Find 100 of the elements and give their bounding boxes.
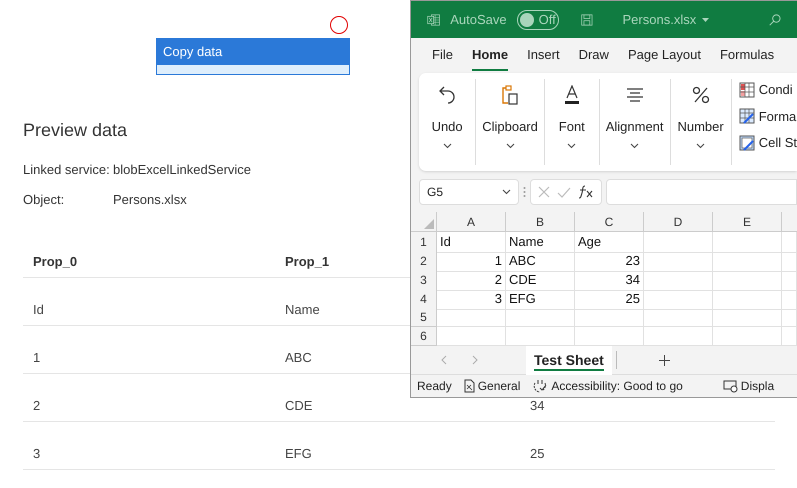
sheet-cell[interactable] — [782, 289, 797, 310]
sheet-cell[interactable] — [644, 327, 713, 346]
sheet-tab[interactable]: Test Sheet — [526, 346, 612, 374]
previous-sheet-icon[interactable] — [441, 355, 447, 365]
check-icon[interactable] — [556, 186, 571, 198]
ribbon-tab[interactable]: Draw — [578, 44, 609, 71]
status-text: General — [478, 378, 520, 395]
table-cell-text: 3 — [33, 445, 40, 463]
save-icon[interactable] — [580, 12, 593, 28]
sheet-cell[interactable] — [437, 327, 506, 346]
sheet-cell[interactable]: 2 — [437, 270, 506, 290]
copy-data-activity[interactable]: Copy data — [156, 38, 350, 75]
row-header[interactable]: 1 — [411, 232, 437, 252]
ribbon-tab[interactable]: Insert — [527, 44, 560, 71]
table-cell-text: Id — [33, 301, 44, 319]
field-value: blobExcelLinkedService — [113, 161, 252, 179]
row-header[interactable]: 3 — [411, 270, 437, 290]
ribbon-group-button[interactable]: Number — [677, 117, 724, 148]
sheet-cell[interactable]: Age — [575, 232, 644, 252]
percent-icon — [692, 86, 710, 104]
chevron-down-icon — [567, 142, 576, 148]
sheet-cell[interactable] — [713, 308, 782, 327]
sheet-cell[interactable] — [782, 232, 797, 252]
sheet-cell[interactable] — [437, 308, 506, 327]
styles-menu-item[interactable]: Forma — [738, 106, 797, 126]
field-label: Object: — [23, 191, 66, 209]
table-cell-text: EFG — [285, 445, 312, 463]
accessibility-icon — [532, 379, 548, 393]
cancel-icon[interactable] — [538, 186, 550, 198]
status-text: Displa — [740, 378, 774, 395]
field-value: Persons.xlsx — [113, 191, 187, 209]
format-table-icon — [738, 108, 755, 124]
sheet-cell[interactable] — [644, 232, 713, 252]
sheet-cell[interactable]: 34 — [575, 270, 644, 290]
sheet-cell[interactable] — [644, 289, 713, 310]
column-header[interactable]: E — [713, 212, 782, 232]
row-header[interactable]: 2 — [411, 251, 437, 272]
sheet-cell[interactable] — [782, 308, 797, 327]
sheet-cell[interactable] — [782, 327, 797, 346]
sheet-cell[interactable]: 3 — [437, 289, 506, 310]
sheet-cell[interactable] — [644, 251, 713, 272]
ribbon-group-button[interactable]: Font — [558, 117, 585, 148]
ribbon-group-button[interactable]: Clipboard — [482, 117, 538, 148]
name-box[interactable]: G5 — [419, 179, 519, 205]
select-all-icon[interactable] — [424, 219, 434, 229]
spreadsheet-logo-icon — [427, 12, 440, 28]
sheet-cell[interactable] — [713, 289, 782, 310]
sheet-cell[interactable]: 23 — [575, 251, 644, 272]
row-header[interactable]: 4 — [411, 289, 437, 310]
ribbon-group-button[interactable]: Undo — [432, 117, 463, 148]
next-sheet-icon[interactable] — [472, 355, 478, 365]
add-sheet-icon[interactable] — [658, 354, 670, 366]
sheet-cell[interactable] — [713, 232, 782, 252]
sheet-cell[interactable]: 1 — [437, 251, 506, 272]
styles-menu-item[interactable]: Condi — [738, 80, 797, 100]
conditional-format-icon — [738, 82, 755, 98]
row-header[interactable]: 5 — [411, 308, 437, 327]
sheet-cell[interactable] — [644, 308, 713, 327]
column-header[interactable]: D — [644, 212, 713, 232]
sheet-cell[interactable]: EFG — [506, 289, 575, 310]
table-cell-text: 25 — [530, 445, 544, 463]
column-header[interactable]: B — [506, 212, 575, 232]
sheet-cell[interactable]: ABC — [506, 251, 575, 272]
sheet-cell[interactable] — [713, 251, 782, 272]
autosave-label: AutoSave — [450, 10, 507, 29]
ribbon-tab[interactable]: File — [432, 44, 453, 71]
sheet-cell[interactable] — [713, 270, 782, 290]
insert-function-icon[interactable] — [578, 185, 594, 199]
chevron-down-icon — [696, 142, 706, 148]
column-header[interactable]: C — [575, 212, 644, 232]
chevron-down-icon — [506, 142, 515, 148]
sheet-cell[interactable] — [713, 327, 782, 346]
sheet-cell[interactable]: Id — [437, 232, 506, 252]
sheet-cell[interactable]: 25 — [575, 289, 644, 310]
sheet-cell[interactable] — [506, 308, 575, 327]
ribbon-tab[interactable]: Page Layout — [628, 44, 701, 71]
panel-title: Preview data — [23, 119, 128, 142]
search-icon[interactable] — [769, 12, 781, 28]
ribbon-group-button[interactable]: Alignment — [606, 117, 664, 148]
sheet-cell[interactable] — [782, 270, 797, 290]
ribbon-tab[interactable]: Home — [472, 44, 508, 71]
drag-handle-icon — [523, 186, 526, 198]
styles-menu-item[interactable]: Cell St — [738, 133, 797, 152]
row-header[interactable]: 6 — [411, 327, 437, 346]
column-header: Prop_0 — [33, 253, 78, 271]
table-cell-text: 34 — [530, 397, 544, 415]
ribbon-tab[interactable]: Formulas — [720, 44, 774, 71]
sheet-cell[interactable]: Name — [506, 232, 575, 252]
table-cell-text: CDE — [285, 397, 312, 415]
sheet-cell[interactable] — [782, 251, 797, 272]
chevron-down-icon — [442, 142, 452, 148]
chevron-down-icon — [502, 189, 511, 195]
table-cell-text: 1 — [33, 349, 40, 367]
column-header: Prop_1 — [285, 253, 330, 271]
table-cell-text: 2 — [33, 397, 40, 415]
formula-input[interactable] — [606, 179, 797, 205]
sheet-cell[interactable] — [644, 270, 713, 290]
sheet-cell[interactable]: CDE — [506, 270, 575, 290]
sheet-cell[interactable] — [575, 308, 644, 327]
column-header[interactable]: A — [437, 212, 506, 232]
